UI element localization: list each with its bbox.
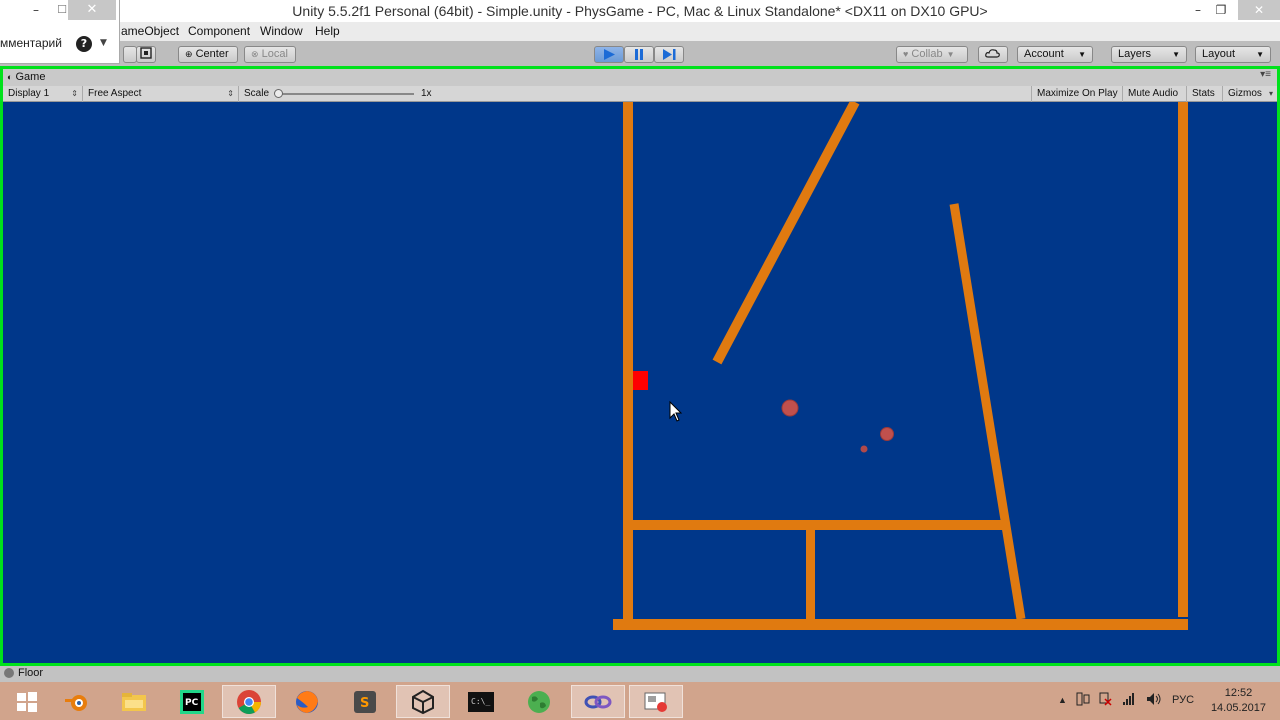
mouse-cursor-icon (669, 400, 683, 422)
close-button[interactable]: ✕ (1238, 0, 1280, 20)
globe-icon[interactable] (512, 685, 566, 718)
screen-recorder-icon[interactable] (629, 685, 683, 718)
help-icon[interactable]: ? (76, 36, 92, 52)
shelf-support (806, 530, 815, 621)
scale-slider-track[interactable] (278, 93, 414, 95)
collab-icon: ♥ (903, 49, 909, 59)
main-toolbar: ⊕ Center ⊗ Local ♥ Collab ▼ Account ▼ Laye… (0, 41, 1280, 69)
stats-toggle[interactable]: Stats (1187, 86, 1223, 102)
cloud-button[interactable] (978, 46, 1008, 63)
comment-label: мментарий (0, 36, 62, 50)
scale-label: Scale (244, 88, 270, 99)
layout-dropdown[interactable]: Layout ▼ (1195, 46, 1271, 63)
game-view-toolbar: Display 1 ⇕ Free Aspect ⇕ Scale 1x Maximiz… (3, 86, 1277, 102)
language-indicator[interactable]: РУС (1172, 694, 1194, 706)
window-titlebar: Unity 5.5.2f1 Personal (64bit) - Simple.… (0, 0, 1280, 22)
terminal-icon[interactable]: C:\_ (454, 685, 508, 718)
popup-minimize-button[interactable]: – (26, 0, 46, 20)
rect-tool-button[interactable] (123, 46, 137, 63)
gizmos-dropdown[interactable]: Gizmos ▾ (1223, 86, 1277, 102)
svg-text:C:\_: C:\_ (471, 697, 490, 706)
menu-component[interactable]: Component (188, 24, 250, 38)
network-error-icon[interactable] (1098, 692, 1112, 709)
sublime-icon[interactable]: S (338, 685, 392, 718)
menu-window[interactable]: Window (260, 24, 303, 38)
pivot-local-button[interactable]: ⊗ Local (244, 46, 296, 63)
ball (860, 445, 868, 453)
tab-game[interactable]: ◐ Game (7, 71, 45, 83)
game-panel: ◐ Game ▾≡ Display 1 ⇕ Free Aspect ⇕ Scale … (0, 66, 1280, 666)
overlay-window: – ☐ ✕ мментарий ? ▼ (0, 0, 120, 64)
volume-icon[interactable] (1146, 692, 1162, 709)
clock-time: 12:52 (1224, 687, 1253, 699)
step-button[interactable] (654, 46, 684, 63)
status-message: Floor (18, 667, 44, 679)
clock-date: 14.05.2017 (1210, 702, 1266, 714)
right-wall (1178, 102, 1188, 617)
action-center-icon[interactable] (1076, 692, 1090, 709)
window-title: Unity 5.5.2f1 Personal (64bit) - Simple.… (292, 3, 988, 19)
layers-dropdown[interactable]: Layers ▼ (1111, 46, 1187, 63)
pivot-center-button[interactable]: ⊕ Center (178, 46, 238, 63)
floor (613, 619, 1188, 630)
blender-icon[interactable] (50, 685, 104, 718)
menu-bar: ameObject Component Window Help (0, 22, 1280, 41)
menu-gameobject[interactable]: ameObject (121, 24, 179, 38)
transform-tool-button[interactable] (136, 46, 156, 63)
game-tab-header: ◐ Game ▾≡ (3, 69, 1277, 86)
aspect-dropdown[interactable]: Free Aspect ⇕ (83, 86, 239, 102)
menu-help[interactable]: Help (315, 24, 340, 38)
system-clock[interactable]: 12:52 14.05.2017 (1211, 686, 1266, 716)
left-wall (623, 102, 633, 622)
upper-ramp (712, 102, 860, 365)
link-app-icon[interactable] (571, 685, 625, 718)
ball (781, 399, 799, 417)
game-viewport[interactable] (3, 102, 1277, 663)
slanted-wall (949, 203, 1026, 620)
display-dropdown[interactable]: Display 1 ⇕ (3, 86, 83, 102)
svg-text:S: S (360, 696, 369, 711)
signal-icon[interactable] (1122, 692, 1136, 709)
info-icon (4, 668, 14, 678)
shelf (623, 520, 1004, 530)
status-bar: Floor (0, 666, 1280, 682)
windows-start-icon[interactable] (0, 685, 54, 718)
account-dropdown[interactable]: Account ▼ (1017, 46, 1093, 63)
play-icon (604, 49, 615, 60)
svg-text:PC: PC (185, 698, 199, 708)
chevron-down-icon[interactable]: ▼ (100, 38, 107, 48)
pycharm-icon[interactable]: PC (165, 685, 219, 718)
popup-close-button[interactable]: ✕ (68, 0, 116, 20)
maximize-on-play-toggle[interactable]: Maximize On Play (1031, 86, 1123, 102)
pivot-icon: ⊕ (185, 49, 193, 59)
scale-slider-handle[interactable] (274, 89, 283, 98)
panel-menu-icon[interactable]: ▾≡ (1260, 69, 1271, 80)
pause-button[interactable] (624, 46, 654, 63)
game-scene (613, 102, 1188, 630)
unity-icon[interactable] (396, 685, 450, 718)
chrome-icon[interactable] (222, 685, 276, 718)
scale-value: 1x (421, 88, 432, 99)
mute-audio-toggle[interactable]: Mute Audio (1123, 86, 1187, 102)
play-button[interactable] (594, 46, 624, 63)
game-tab-icon: ◐ (7, 72, 13, 82)
file-explorer-icon[interactable] (107, 685, 161, 718)
tray-expand-icon[interactable]: ▲ (1058, 695, 1067, 705)
restore-button[interactable]: ❐ (1206, 0, 1236, 20)
cloud-icon (985, 49, 1000, 58)
step-icon (663, 49, 676, 60)
taskbar: PC S C:\_ ▲ РУС 12:52 14.05.2017 (0, 682, 1280, 720)
ball (880, 427, 894, 441)
pause-icon (635, 49, 643, 60)
local-icon: ⊗ (251, 49, 259, 59)
player-block (633, 371, 648, 390)
transform-icon (140, 47, 152, 59)
collab-button[interactable]: ♥ Collab ▼ (896, 46, 968, 63)
firefox-icon[interactable] (280, 685, 334, 718)
